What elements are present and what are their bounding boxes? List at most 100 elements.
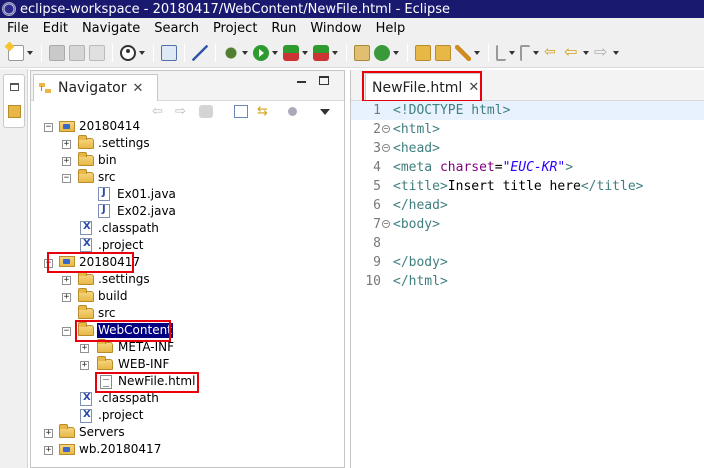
expand-toggle[interactable]: +	[44, 446, 53, 455]
highlight-editor-tab	[362, 71, 482, 102]
forward-dropdown-icon[interactable]	[613, 50, 619, 55]
back-icon[interactable]: ⇦	[564, 43, 580, 61]
last-edit-location-icon[interactable]: ⇦	[544, 45, 560, 61]
forward-icon[interactable]: ⇨	[594, 43, 610, 61]
view-options-icon[interactable]	[288, 107, 297, 116]
run-icon[interactable]	[253, 44, 269, 61]
menu-help[interactable]: Help	[369, 21, 413, 36]
menu-file[interactable]: File	[0, 21, 36, 36]
collapse-toggle[interactable]: −	[62, 327, 71, 336]
code-line: 8	[351, 234, 704, 253]
menu-search[interactable]: Search	[147, 21, 206, 36]
user-dropdown-icon[interactable]	[139, 50, 145, 55]
maximize-icon[interactable]	[319, 76, 329, 85]
expand-toggle[interactable]: +	[62, 293, 71, 302]
tree-item-label: Servers	[79, 425, 125, 439]
expand-toggle[interactable]: +	[62, 140, 71, 149]
expand-toggle[interactable]: +	[44, 429, 53, 438]
java-file-icon	[98, 187, 110, 201]
tree-item-label: .settings	[98, 136, 150, 150]
external-tools-icon[interactable]	[283, 44, 299, 61]
folder-icon	[78, 152, 94, 166]
debug-icon[interactable]	[223, 44, 239, 61]
close-icon[interactable]: ✕	[133, 81, 144, 96]
expand-toggle[interactable]: +	[62, 157, 71, 166]
back-icon[interactable]: ⇦	[152, 105, 166, 118]
collapse-toggle[interactable]: −	[44, 123, 53, 132]
new-dropdown-icon[interactable]	[27, 50, 33, 55]
menu-project[interactable]: Project	[206, 21, 264, 36]
go-up-icon[interactable]	[199, 105, 213, 118]
java-file-icon	[98, 204, 110, 218]
expand-toggle[interactable]: +	[80, 361, 89, 370]
coverage-icon[interactable]	[313, 44, 329, 61]
new-server-icon[interactable]	[354, 44, 370, 61]
skip-breakpoints-icon[interactable]	[192, 44, 208, 61]
search-dropdown-icon[interactable]	[474, 50, 480, 55]
code-text: <title>Insert title here</title>	[393, 179, 644, 194]
folder-icon	[97, 339, 113, 353]
folder-icon	[59, 424, 75, 438]
collapse-toggle[interactable]: −	[62, 174, 71, 183]
next-annotation-icon[interactable]	[496, 44, 506, 61]
xml-file-icon	[80, 392, 92, 406]
new-icon[interactable]	[4, 41, 24, 61]
forward-icon[interactable]: ⇨	[175, 105, 189, 118]
open-task-icon[interactable]	[435, 44, 451, 61]
back-dropdown-icon[interactable]	[583, 50, 589, 55]
menu-edit[interactable]: Edit	[36, 21, 75, 36]
code-text: </head>	[393, 198, 448, 213]
fold-collapse-icon[interactable]: −	[382, 220, 390, 228]
new-class-icon[interactable]	[374, 44, 390, 61]
navigator-tab-bar: Navigator ✕	[31, 71, 344, 101]
next-annotation-dropdown-icon[interactable]	[509, 50, 515, 55]
search-icon[interactable]	[455, 44, 471, 61]
git-repositories-icon[interactable]	[8, 105, 21, 118]
previous-annotation-icon[interactable]	[520, 44, 530, 61]
tree-item-label: bin	[98, 153, 117, 167]
fold-collapse-icon[interactable]: −	[382, 125, 390, 133]
expand-toggle[interactable]: +	[80, 344, 89, 353]
expand-toggle[interactable]: +	[62, 276, 71, 285]
tree-item-label: 20180414	[79, 119, 141, 133]
tree-item-label: .project	[98, 238, 144, 252]
new-class-dropdown-icon[interactable]	[393, 50, 399, 55]
tree-item-label: .settings	[98, 272, 150, 286]
fold-collapse-icon[interactable]: −	[382, 144, 390, 152]
open-type-icon[interactable]	[415, 44, 431, 61]
save-all-icon[interactable]	[69, 44, 85, 61]
toolbar-separator	[41, 43, 42, 62]
previous-annotation-dropdown-icon[interactable]	[533, 50, 539, 55]
menu-run[interactable]: Run	[264, 21, 303, 36]
highlight-newfile-html	[95, 372, 199, 393]
user-icon[interactable]	[120, 44, 136, 61]
print-icon[interactable]	[89, 44, 105, 61]
menu-bar: File Edit Navigate Search Project Run Wi…	[0, 18, 704, 38]
console-icon[interactable]	[161, 44, 177, 61]
run-dropdown-icon[interactable]	[272, 50, 278, 55]
link-with-editor-icon[interactable]: ⇆	[257, 105, 271, 118]
debug-dropdown-icon[interactable]	[242, 50, 248, 55]
toolbar-separator	[488, 43, 489, 62]
menu-navigate[interactable]: Navigate	[75, 21, 147, 36]
tree-item-label: wb.20180417	[79, 442, 162, 456]
minimize-icon[interactable]	[297, 81, 306, 83]
external-tools-dropdown-icon[interactable]	[302, 50, 308, 55]
collapse-all-icon[interactable]	[234, 105, 248, 118]
view-menu-icon[interactable]	[320, 109, 330, 115]
folder-icon	[78, 305, 94, 319]
menu-window[interactable]: Window	[303, 21, 368, 36]
navigator-tab-label: Navigator	[58, 80, 127, 96]
save-icon[interactable]	[49, 44, 65, 61]
code-line: 1 <!DOCTYPE html>	[351, 101, 704, 120]
coverage-dropdown-icon[interactable]	[332, 50, 338, 55]
tree-item-label: src	[98, 306, 116, 320]
restore-icon[interactable]	[10, 83, 19, 91]
code-text: <meta charset="EUC-KR">	[393, 160, 574, 175]
tab-navigator[interactable]: Navigator ✕	[33, 74, 158, 101]
tree-item-label: src	[98, 170, 116, 184]
editor-area: NewFile.html ✕ 1 <!DOCTYPE html> 2 − <ht…	[350, 70, 704, 468]
xml-file-icon	[80, 238, 92, 252]
tree-item-label: WEB-INF	[118, 357, 170, 371]
tree-item-label: META-INF	[118, 340, 175, 354]
